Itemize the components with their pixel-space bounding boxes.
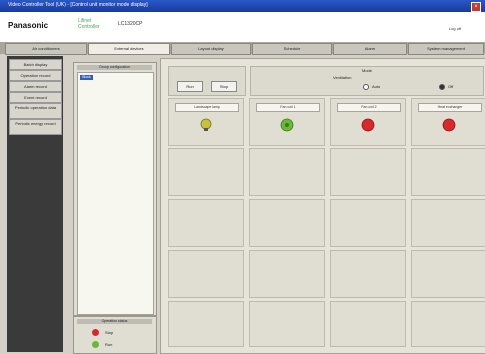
empty-device-cell[interactable]: [330, 148, 406, 196]
logout-button[interactable]: Log off: [443, 25, 467, 32]
run-status-icon: [280, 118, 294, 132]
stop-button[interactable]: Stop: [211, 81, 237, 92]
brand-logo: Panasonic: [8, 21, 49, 30]
device-name: Fan coil 2: [337, 103, 401, 112]
bulb-icon: [200, 118, 212, 131]
empty-device-cell[interactable]: [330, 250, 406, 298]
tree-item-selected[interactable]: Block: [80, 75, 93, 80]
device-cell-fan-coil-1[interactable]: Fan coil 1: [249, 98, 325, 146]
empty-device-cell[interactable]: [168, 199, 244, 247]
empty-device-cell[interactable]: [330, 199, 406, 247]
group-tree-list[interactable]: Block: [77, 72, 154, 315]
empty-device-cell[interactable]: [330, 301, 406, 347]
empty-device-cell[interactable]: [411, 199, 485, 247]
tab-air-conditioners[interactable]: Air conditioners: [5, 43, 87, 55]
empty-device-cell[interactable]: [168, 250, 244, 298]
empty-device-cell[interactable]: [249, 301, 325, 347]
run-status-icon: [92, 341, 99, 349]
radio-off[interactable]: [439, 84, 445, 90]
sidebar-item-alarm-record[interactable]: Alarm record: [9, 81, 62, 92]
tab-external-devices[interactable]: External devices: [88, 43, 170, 55]
group-tree-panel: Group configuration Block: [73, 62, 157, 316]
device-name: Heat exchanger: [418, 103, 482, 112]
empty-device-cell[interactable]: [249, 148, 325, 196]
mode-title: Mode: [361, 68, 372, 73]
product-line2: Controller: [78, 24, 100, 30]
main-tabs: Air conditioners External devices Layout…: [0, 42, 485, 55]
window-title: Video Controller Tool (UK) - [Control un…: [8, 2, 148, 8]
mode-option-off-label: Off: [448, 84, 454, 90]
tab-schedule[interactable]: Schedule: [252, 43, 332, 55]
legend-item-run: Run: [92, 341, 112, 349]
sidebar-item-batch-display[interactable]: Batch display: [9, 59, 62, 70]
sidebar: Batch display Operation record Alarm rec…: [7, 56, 63, 352]
legend-item-stop: Stop: [92, 329, 113, 337]
empty-device-cell[interactable]: [249, 199, 325, 247]
close-icon[interactable]: ×: [471, 2, 481, 12]
legend-header: Operation status: [77, 319, 152, 324]
model-number: LC1320CP: [118, 21, 143, 27]
device-cell-heat-exchanger[interactable]: Heat exchanger: [411, 98, 485, 146]
run-stop-controls: Run Stop: [168, 66, 246, 96]
mode-panel: Mode Ventilation Auto Off: [250, 66, 484, 96]
window-titlebar: Video Controller Tool (UK) - [Control un…: [0, 0, 485, 12]
tab-layout-display[interactable]: Layout display: [171, 43, 251, 55]
app-header: Panasonic Lifinet Controller LC1320CP Lo…: [0, 12, 485, 43]
legend-label-run: Run: [105, 342, 113, 347]
tab-alarm[interactable]: Alarm: [333, 43, 407, 55]
run-button[interactable]: Run: [177, 81, 203, 92]
sidebar-item-event-record[interactable]: Event record: [9, 92, 62, 103]
sidebar-item-operation-record[interactable]: Operation record: [9, 70, 62, 81]
empty-device-cell[interactable]: [411, 301, 485, 347]
status-legend: Operation status Stop Run: [73, 316, 157, 354]
empty-device-cell[interactable]: [411, 148, 485, 196]
stop-status-icon: [361, 118, 375, 132]
stop-status-icon: [92, 329, 99, 337]
mode-option-auto-label: Auto: [372, 84, 381, 90]
legend-label-stop: Stop: [105, 330, 114, 335]
device-name: Landscape lamp: [175, 103, 239, 112]
device-name: Fan coil 1: [256, 103, 320, 112]
device-cell-landscape-lamp[interactable]: Landscape lamp: [168, 98, 244, 146]
device-cell-fan-coil-2[interactable]: Fan coil 2: [330, 98, 406, 146]
stop-status-icon: [442, 118, 456, 132]
mode-option-auto[interactable]: Auto: [363, 84, 380, 90]
empty-device-cell[interactable]: [168, 301, 244, 347]
product-name: Lifinet Controller: [78, 18, 118, 30]
sidebar-item-periodic-operation-data[interactable]: Periodic operation data: [9, 103, 62, 119]
radio-auto[interactable]: [363, 84, 369, 90]
tab-system-management[interactable]: System management: [408, 43, 484, 55]
empty-device-cell[interactable]: [411, 250, 485, 298]
ventilation-label: Ventilation: [333, 75, 352, 80]
mode-option-off[interactable]: Off: [439, 84, 453, 90]
sidebar-item-periodic-energy-record[interactable]: Periodic energy record: [9, 119, 62, 135]
empty-device-cell[interactable]: [168, 148, 244, 196]
group-tree-header: Group configuration: [77, 65, 152, 70]
empty-device-cell[interactable]: [249, 250, 325, 298]
